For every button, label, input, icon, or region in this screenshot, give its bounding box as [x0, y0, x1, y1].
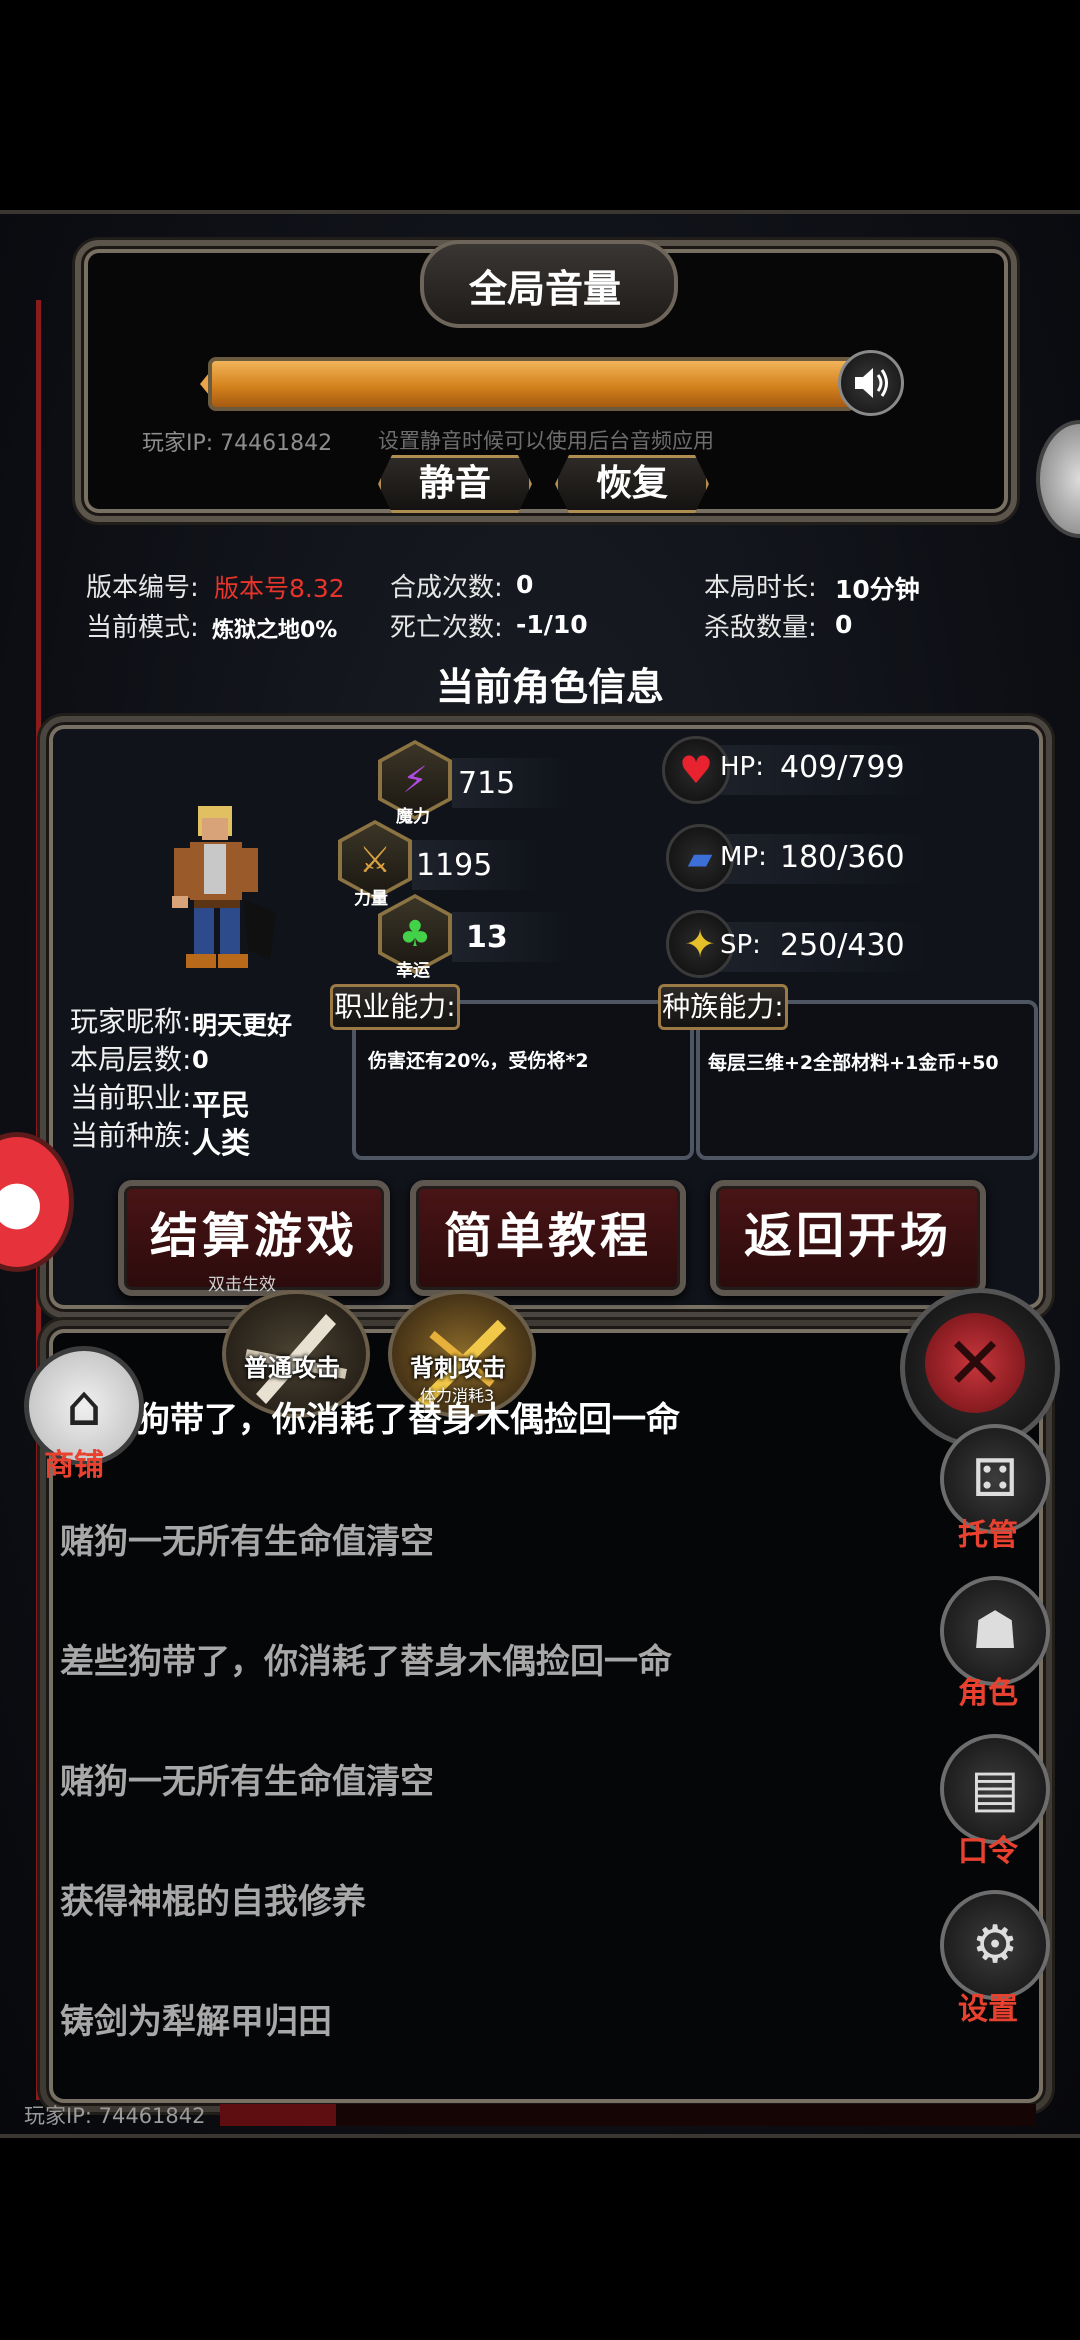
job-value: 平民	[192, 1088, 251, 1122]
volume-title: 全局音量	[468, 267, 621, 311]
settle-hint: 双击生效	[208, 1275, 276, 1295]
tutorial-button[interactable]: 简单教程	[410, 1180, 686, 1296]
character-section-title: 当前角色信息	[435, 665, 664, 709]
sp-label: SP:	[720, 930, 761, 960]
code-label: 口令	[958, 1834, 1018, 1869]
close-icon[interactable]: ✕	[925, 1313, 1025, 1413]
death-label: 死亡次数:	[390, 613, 503, 643]
settings-label: 设置	[958, 1992, 1018, 2027]
footer-bar-fill	[220, 2104, 336, 2126]
mode-value: 炼狱之地0%	[212, 618, 338, 643]
volume-player-ip: 玩家IP: 74461842	[142, 431, 333, 456]
log-line: 赌狗一无所有生命值清空	[60, 1522, 434, 1562]
merge-label: 合成次数:	[390, 573, 503, 603]
hooded-figure-icon: ☗	[971, 1601, 1019, 1661]
footer-player-ip: 玩家IP: 74461842	[24, 2104, 206, 2128]
restore-button[interactable]: 恢复	[555, 455, 709, 513]
mp-value: 180/360	[780, 840, 905, 875]
job-ability-tag: 职业能力:	[330, 984, 460, 1030]
race-ability-tag: 种族能力:	[658, 984, 788, 1030]
race-value: 人类	[192, 1126, 251, 1160]
magic-value: 715	[458, 766, 516, 801]
nickname-label: 玩家昵称:	[70, 1005, 192, 1038]
gear-icon: ⚙	[971, 1915, 1019, 1975]
back-to-start-button[interactable]: 返回开场	[710, 1180, 986, 1296]
backstab-label: 背刺攻击	[410, 1354, 506, 1382]
log-line: 铸剑为犁解甲归田	[60, 2002, 332, 2042]
nickname-value: 明天更好	[192, 1011, 293, 1040]
user-icon: ●	[0, 1167, 44, 1237]
kills-label: 杀敌数量:	[704, 613, 817, 643]
sp-value: 250/430	[780, 928, 905, 963]
hp-value: 409/799	[780, 750, 905, 785]
race-ability-text: 每层三维+2全部材料+1金币+50	[708, 1052, 999, 1074]
version-label: 版本编号:	[86, 573, 199, 603]
log-line: 获得神棍的自我修养	[60, 1882, 366, 1922]
luck-caption: 幸运	[396, 961, 430, 981]
floors-value: 0	[192, 1046, 209, 1074]
role-label: 角色	[958, 1676, 1018, 1711]
hp-label: HP:	[720, 752, 764, 782]
duration-value: 10分钟	[835, 575, 920, 604]
auto-play-label: 托管	[958, 1518, 1018, 1553]
strength-caption: 力量	[354, 889, 388, 909]
magic-caption: 魔力	[396, 807, 430, 827]
character-sprite	[148, 800, 278, 975]
speaker-icon[interactable]	[838, 350, 904, 416]
mp-label: MP:	[720, 842, 767, 872]
death-value: -1/10	[516, 610, 588, 639]
kills-value: 0	[835, 610, 853, 639]
volume-hint: 设置静音时候可以使用后台音频应用	[378, 429, 714, 453]
strength-value: 1195	[416, 848, 493, 883]
book-icon: ▤	[970, 1759, 1020, 1819]
log-line: 差些狗带了，你消耗了替身木偶捡回一命	[60, 1642, 672, 1682]
volume-slider[interactable]	[208, 357, 856, 411]
shop-icon: ⌂	[66, 1373, 102, 1439]
footer-bar	[336, 2104, 1036, 2126]
floors-label: 本局层数:	[70, 1043, 192, 1076]
job-ability-text: 伤害还有20%，受伤将*2	[368, 1050, 589, 1072]
normal-attack-label: 普通攻击	[244, 1354, 340, 1382]
shop-label: 商铺	[44, 1448, 104, 1483]
job-label: 当前职业:	[70, 1081, 192, 1114]
luck-value: 13	[466, 920, 508, 955]
dice-icon: ⚃	[972, 1449, 1018, 1509]
mode-label: 当前模式:	[86, 613, 199, 643]
race-label: 当前种族:	[70, 1119, 192, 1152]
duration-label: 本局时长:	[704, 573, 817, 603]
merge-value: 0	[516, 570, 534, 599]
version-value: 版本号8.32	[214, 574, 345, 603]
mute-button[interactable]: 静音	[378, 455, 532, 513]
log-line: 狗带了，你消耗了替身木偶捡回一命	[136, 1400, 680, 1440]
log-line: 赌狗一无所有生命值清空	[60, 1762, 434, 1802]
